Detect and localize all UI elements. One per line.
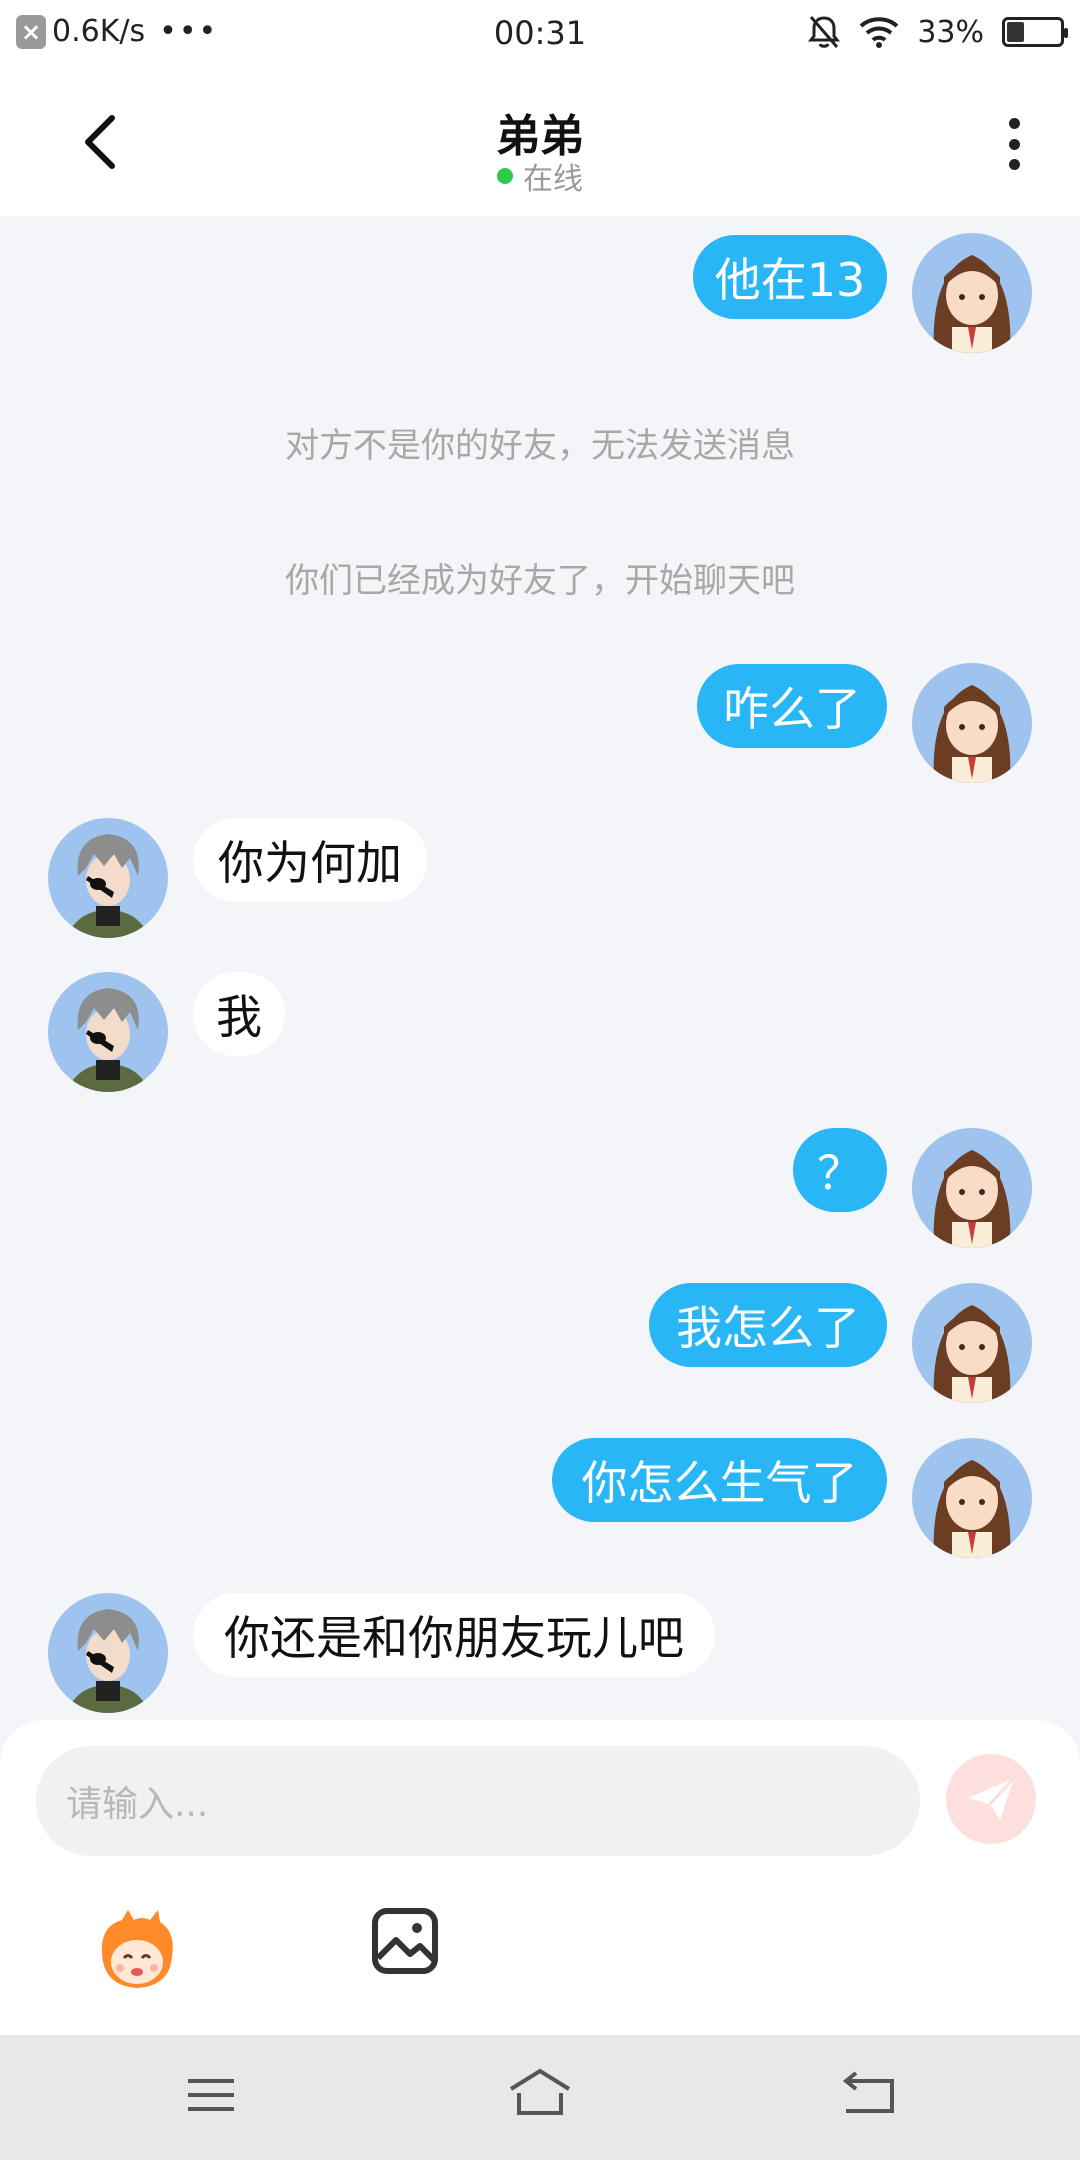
outgoing-message[interactable]: 你怎么生气了 xyxy=(552,1438,887,1522)
home-button[interactable] xyxy=(505,2065,575,2125)
more-dot xyxy=(1008,118,1020,129)
girl-avatar-icon xyxy=(912,1128,1032,1248)
menu-button[interactable] xyxy=(176,2065,246,2125)
girl-avatar-icon xyxy=(912,233,1032,353)
home-icon xyxy=(509,2068,571,2115)
more-dot xyxy=(1008,159,1020,170)
online-status: 在线 xyxy=(0,154,1080,198)
status-bar: × 0.6K/s ••• 00:31 33% xyxy=(0,0,1080,72)
boy-avatar-icon xyxy=(48,972,168,1092)
sticker-icon xyxy=(101,1910,173,1988)
composer: 请输入... xyxy=(0,1720,1080,2035)
outgoing-message[interactable]: ？ xyxy=(793,1128,887,1212)
my-avatar[interactable] xyxy=(912,1283,1032,1403)
chat-header: 弟弟 在线 xyxy=(0,72,1080,216)
girl-avatar-icon xyxy=(912,1283,1032,1403)
image-icon xyxy=(372,1908,438,1974)
image-button[interactable] xyxy=(370,1906,440,1976)
menu-icon xyxy=(188,2079,234,2111)
more-dot xyxy=(1008,138,1020,150)
contact-avatar[interactable] xyxy=(48,972,168,1092)
system-notice: 对方不是你的好友，无法发送消息 xyxy=(285,426,795,466)
back-nav-button[interactable] xyxy=(834,2065,904,2125)
battery-fill xyxy=(1007,22,1025,42)
outgoing-message[interactable]: 他在13 xyxy=(693,235,887,319)
boy-avatar-icon xyxy=(48,818,168,938)
contact-avatar[interactable] xyxy=(48,1593,168,1713)
message-input-placeholder: 请输入... xyxy=(66,1784,209,1825)
status-right: 33% xyxy=(807,14,1068,50)
mute-bell-icon xyxy=(808,16,841,48)
girl-avatar-icon xyxy=(912,1438,1032,1558)
girl-avatar-icon xyxy=(912,663,1032,783)
system-nav-bar xyxy=(0,2035,1080,2160)
outgoing-message[interactable]: 咋么了 xyxy=(697,664,887,748)
boy-avatar-icon xyxy=(48,1593,168,1713)
outgoing-message[interactable]: 我怎么了 xyxy=(649,1283,887,1367)
message-input[interactable]: 请输入... xyxy=(36,1746,920,1856)
contact-avatar[interactable] xyxy=(48,818,168,938)
system-notice: 你们已经成为好友了，开始聊天吧 xyxy=(285,561,795,601)
my-avatar[interactable] xyxy=(912,233,1032,353)
send-button[interactable] xyxy=(946,1754,1036,1844)
wifi-icon xyxy=(859,17,899,48)
more-options-button[interactable] xyxy=(994,112,1034,176)
online-dot-icon xyxy=(497,168,513,184)
my-avatar[interactable] xyxy=(912,1438,1032,1558)
my-avatar[interactable] xyxy=(912,1128,1032,1248)
back-icon xyxy=(842,2071,894,2113)
online-status-label: 在线 xyxy=(523,162,583,197)
incoming-message[interactable]: 我 xyxy=(193,972,285,1056)
sticker-button[interactable] xyxy=(92,1906,182,1996)
my-avatar[interactable] xyxy=(912,663,1032,783)
battery-percent: 33% xyxy=(917,14,984,50)
incoming-message[interactable]: 你为何加 xyxy=(193,818,427,902)
paper-plane-icon xyxy=(968,1776,1016,1820)
battery-icon xyxy=(1002,17,1068,47)
incoming-message[interactable]: 你还是和你朋友玩儿吧 xyxy=(193,1593,715,1677)
